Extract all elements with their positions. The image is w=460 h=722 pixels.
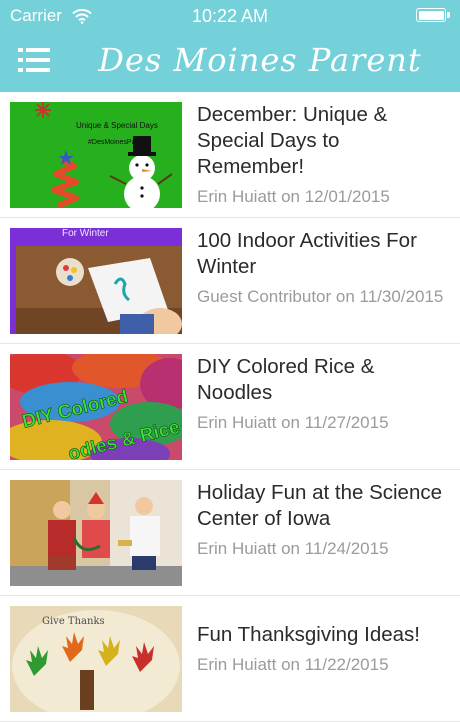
article-title: DIY Colored Rice & Noodles — [197, 355, 375, 404]
article-thumbnail — [10, 480, 182, 586]
article-row[interactable]: Unique & Special Days #DesMoinesParent D… — [0, 92, 460, 218]
article-meta: Guest Contributor on 11/30/2015 — [197, 287, 444, 306]
article-meta: Erin Huiatt on 11/22/2015 — [197, 655, 389, 674]
thumb-line1: Unique & Special Days — [76, 121, 158, 130]
article-list: Unique & Special Days #DesMoinesParent D… — [0, 92, 460, 722]
article-title: Holiday Fun at the Science Center of Iow… — [197, 481, 442, 530]
app-title: Des Moines Parent — [98, 41, 422, 79]
status-time: 10:22 AM — [191, 6, 269, 26]
status-bar: Carrier 10:22 AM — [0, 0, 460, 30]
article-row[interactable]: DIY Colored odles & Rice DIY Colored Ric… — [0, 344, 460, 470]
article-title: December: Unique & Special Days to Remem… — [197, 103, 388, 178]
battery-icon — [416, 8, 450, 22]
article-title: Fun Thanksgiving Ideas! — [197, 623, 420, 646]
thumb-text: For Winter — [62, 228, 109, 239]
article-row[interactable]: Give Thanks Fun Thanksgiving Ideas! Erin… — [0, 596, 460, 722]
article-thumbnail: DIY Colored odles & Rice — [10, 354, 182, 460]
thumb-text: Give Thanks — [42, 616, 105, 627]
article-thumbnail: Give Thanks — [10, 606, 182, 712]
article-row[interactable]: For Winter 100 Indoor Activities For Win… — [0, 218, 460, 344]
hamburger-menu-icon[interactable] — [18, 46, 50, 74]
app-header: Carrier 10:22 AM Des Moines Parent — [0, 0, 460, 92]
article-thumbnail: For Winter — [10, 228, 182, 334]
article-row[interactable]: Holiday Fun at the Science Center of Iow… — [0, 470, 460, 596]
article-title: 100 Indoor Activities For Winter — [197, 229, 417, 278]
article-meta: Erin Huiatt on 12/01/2015 — [197, 187, 390, 206]
article-meta: Erin Huiatt on 11/24/2015 — [197, 539, 389, 558]
article-thumbnail: Unique & Special Days #DesMoinesParent — [10, 102, 182, 208]
article-meta: Erin Huiatt on 11/27/2015 — [197, 413, 389, 432]
